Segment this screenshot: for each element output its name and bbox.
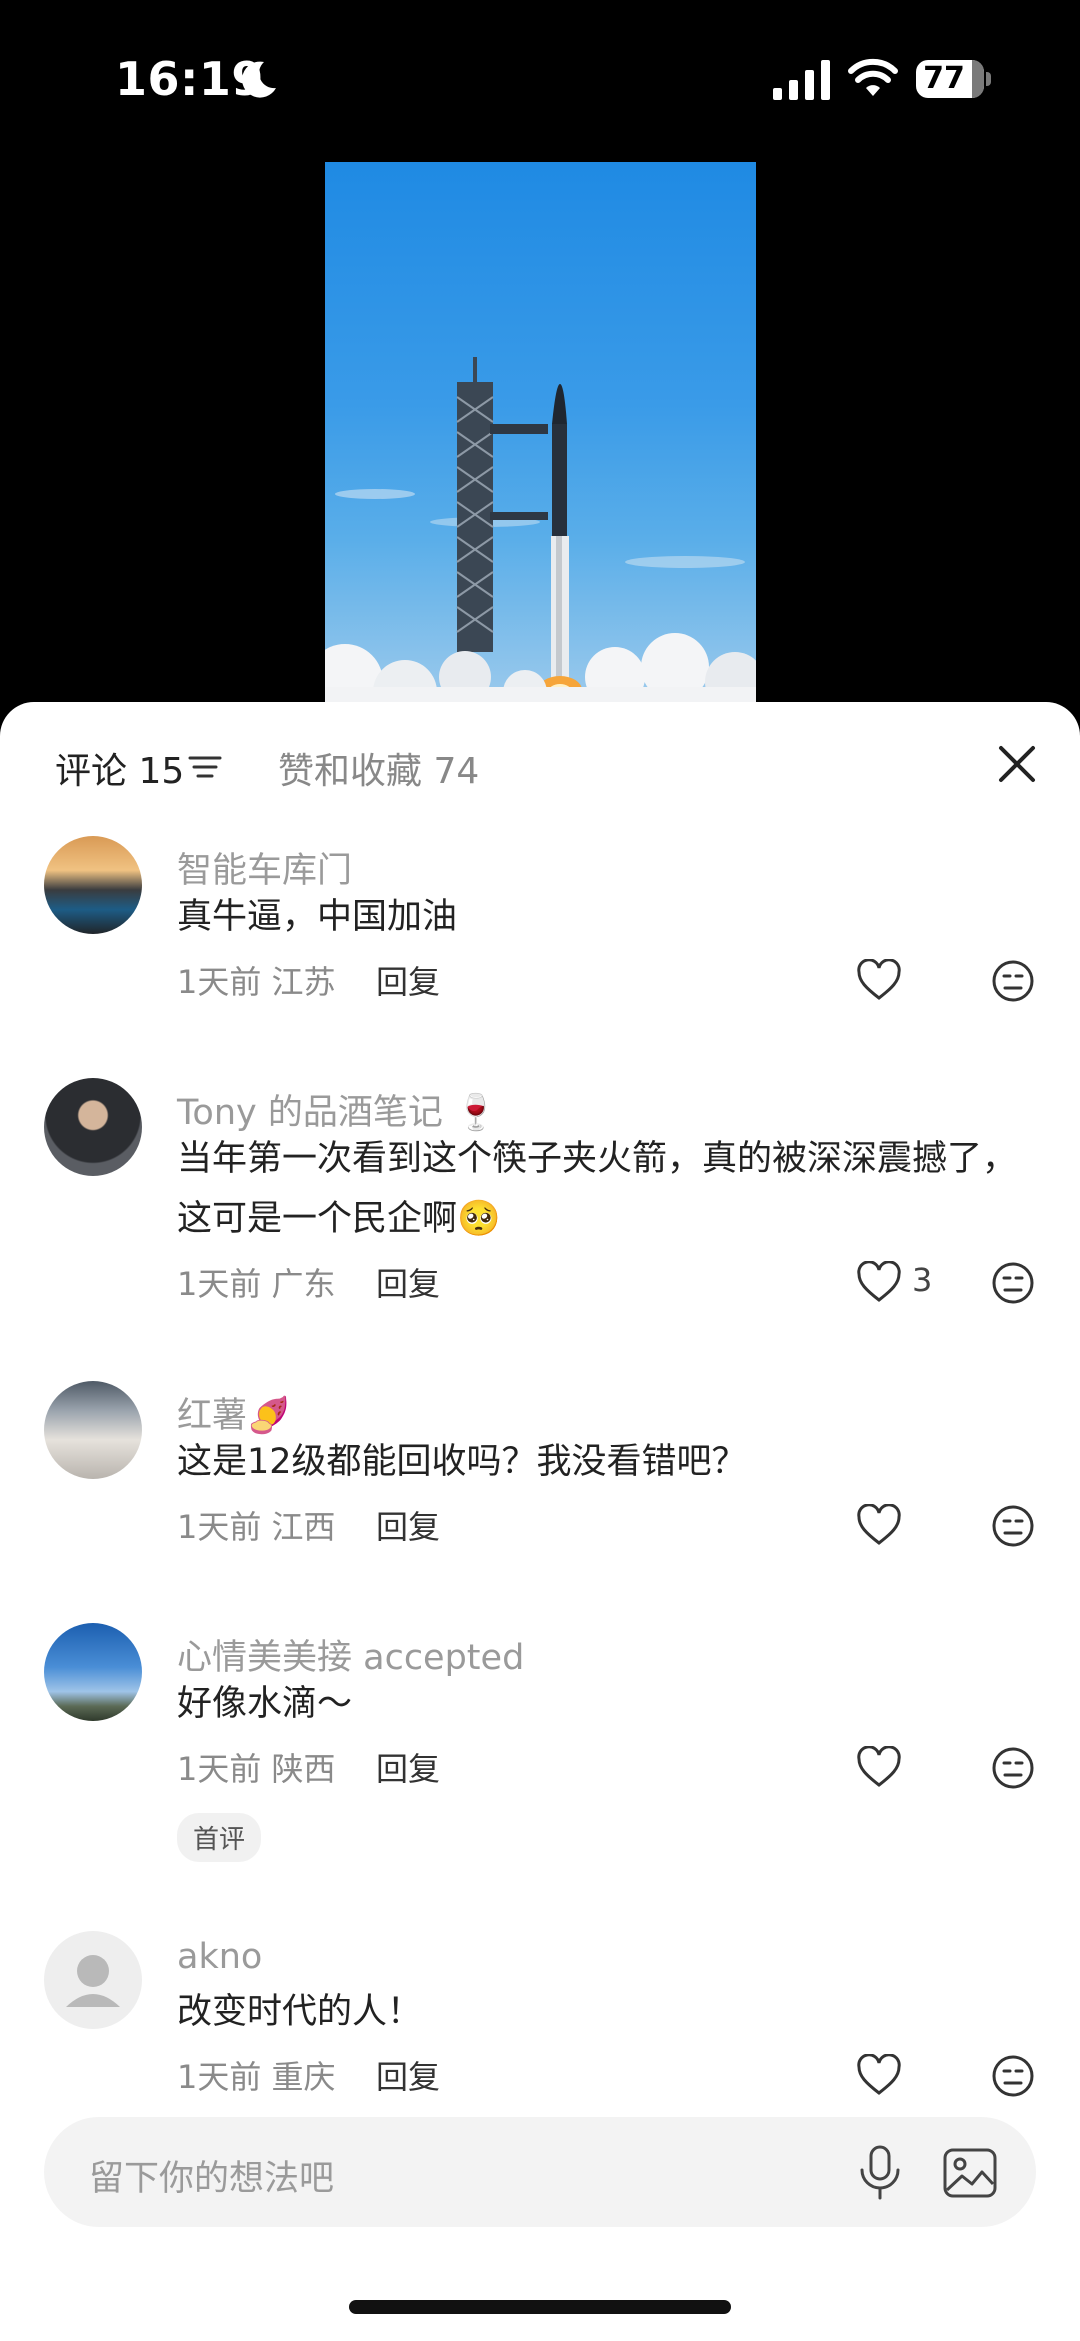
video-preview[interactable] xyxy=(325,162,756,702)
comment-time: 1天前 xyxy=(177,963,262,1001)
comment-author[interactable]: 智能车库门 xyxy=(177,842,352,893)
close-icon[interactable] xyxy=(995,742,1039,786)
avatar[interactable] xyxy=(44,1931,142,2029)
unimpressed-face-icon[interactable] xyxy=(991,1504,1035,1548)
comment-meta: 1天前 重庆 xyxy=(177,2052,336,2098)
comment-meta: 1天前 江西 xyxy=(177,1502,336,1548)
home-indicator[interactable] xyxy=(349,2300,731,2314)
comment-region: 重庆 xyxy=(271,2058,336,2096)
reply-button[interactable]: 回复 xyxy=(376,1502,440,1548)
comment-meta: 1天前 广东 xyxy=(177,1259,336,1305)
comment-time: 1天前 xyxy=(177,1265,262,1303)
comment-input-placeholder[interactable]: 留下你的想法吧 xyxy=(89,2150,334,2201)
heart-icon[interactable] xyxy=(856,1261,902,1303)
heart-icon[interactable] xyxy=(856,2054,902,2096)
comment-text: 这是12级都能回收吗？我没看错吧？ xyxy=(177,1442,747,1482)
comment-time: 1天前 xyxy=(177,2058,262,2096)
comment-input-bar[interactable]: 留下你的想法吧 xyxy=(44,2117,1036,2227)
comment-text: 当年第一次看到这个筷子夹火箭，真的被深深震撼了，这可是一个民企啊🥺 xyxy=(177,1139,1018,1239)
tab-likes-favorites[interactable]: 赞和收藏 74 xyxy=(278,742,479,794)
reply-button[interactable]: 回复 xyxy=(376,2052,440,2098)
battery-icon: 77 xyxy=(916,60,992,100)
comment-region: 陕西 xyxy=(271,1750,336,1788)
unimpressed-face-icon[interactable] xyxy=(991,2054,1035,2098)
avatar[interactable] xyxy=(44,1381,142,1479)
status-bar: 16:19 77 xyxy=(0,0,1080,160)
cellular-signal-icon xyxy=(773,60,830,100)
reply-button[interactable]: 回复 xyxy=(376,1259,440,1305)
sort-filter-icon[interactable] xyxy=(188,752,222,782)
first-comment-badge: 首评 xyxy=(177,1813,262,1862)
unimpressed-face-icon[interactable] xyxy=(991,1746,1035,1790)
comment-author[interactable]: Tony 的品酒笔记 🍷 xyxy=(177,1084,498,1135)
moon-icon xyxy=(242,61,276,98)
image-icon[interactable] xyxy=(942,2147,998,2199)
heart-icon[interactable] xyxy=(856,1504,902,1546)
reply-button[interactable]: 回复 xyxy=(376,957,440,1003)
like-count: 3 xyxy=(912,1261,933,1299)
wifi-icon xyxy=(848,58,898,96)
microphone-icon[interactable] xyxy=(854,2144,906,2202)
comment-time: 1天前 xyxy=(177,1750,262,1788)
avatar[interactable] xyxy=(44,1623,142,1721)
comment-author[interactable]: 红薯🍠 xyxy=(177,1387,291,1438)
avatar[interactable] xyxy=(44,836,142,934)
comments-sheet: 评论 15 赞和收藏 74 智能车库门 真牛逼，中国加油 1天前 江苏 回复 T… xyxy=(0,702,1080,2341)
heart-icon[interactable] xyxy=(856,1746,902,1788)
comment-region: 江西 xyxy=(271,1508,336,1546)
tab-comments[interactable]: 评论 15 xyxy=(55,742,184,794)
comment-author[interactable]: 心情美美接 accepted xyxy=(177,1629,524,1680)
comment-meta: 1天前 江苏 xyxy=(177,957,336,1003)
battery-level: 77 xyxy=(923,61,965,96)
comment-text: 改变时代的人！ xyxy=(177,1992,423,2032)
comment-text: 真牛逼，中国加油 xyxy=(177,897,458,937)
comment-author[interactable]: akno xyxy=(177,1937,262,1977)
heart-icon[interactable] xyxy=(856,959,902,1001)
avatar[interactable] xyxy=(44,1078,142,1176)
comment-text: 好像水滴～ xyxy=(177,1684,353,1724)
comment-region: 广东 xyxy=(271,1265,336,1303)
comment-region: 江苏 xyxy=(271,963,336,1001)
comment-time: 1天前 xyxy=(177,1508,262,1546)
unimpressed-face-icon[interactable] xyxy=(991,959,1035,1003)
reply-button[interactable]: 回复 xyxy=(376,1744,440,1790)
rocket-launch-image xyxy=(325,357,756,702)
sheet-tabs: 评论 15 赞和收藏 74 xyxy=(0,702,1080,822)
default-avatar-icon xyxy=(66,1955,120,2007)
comment-meta: 1天前 陕西 xyxy=(177,1744,336,1790)
unimpressed-face-icon[interactable] xyxy=(991,1261,1035,1305)
